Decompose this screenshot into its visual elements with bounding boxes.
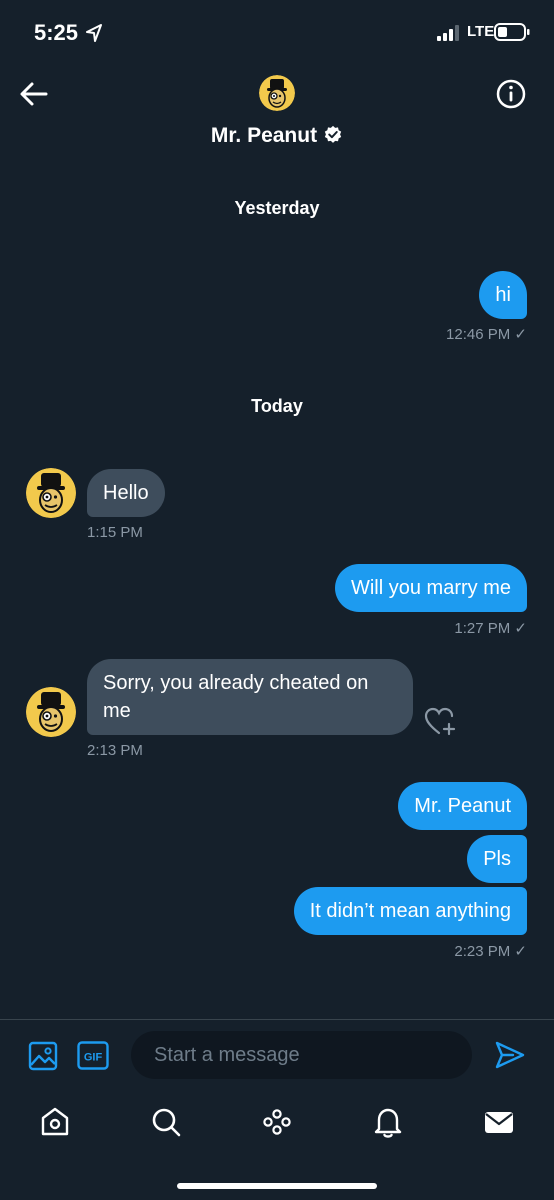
back-arrow-icon[interactable] <box>18 78 50 110</box>
read-check-icon: ✓ <box>514 620 527 637</box>
search-icon[interactable] <box>149 1105 183 1139</box>
home-indicator[interactable] <box>177 1183 377 1189</box>
signal-icon <box>437 25 459 41</box>
day-separator-yesterday: Yesterday <box>234 198 320 218</box>
day-separator-today: Today <box>251 396 303 416</box>
message-timestamp: 2:23 PM ✓ <box>454 943 527 960</box>
info-icon[interactable] <box>495 78 527 110</box>
message-bubble-incoming[interactable]: Hello <box>87 469 165 517</box>
message-bubble-outgoing[interactable]: It didn’t mean anything <box>293 887 527 935</box>
message-bubble-outgoing[interactable]: Pls <box>467 835 527 883</box>
gif-label: GIF <box>84 1052 103 1064</box>
message-bubble-outgoing[interactable]: hi <box>479 271 527 319</box>
message-composer: GIF <box>0 1019 554 1089</box>
contact-avatar[interactable] <box>26 468 76 518</box>
home-icon[interactable] <box>38 1105 72 1139</box>
heart-plus-icon[interactable] <box>424 706 456 736</box>
message-timestamp: 12:46 PM ✓ <box>446 326 527 343</box>
gif-icon[interactable]: GIF <box>77 1041 109 1070</box>
message-bubble-outgoing[interactable]: Mr. Peanut <box>398 782 527 830</box>
verified-badge-icon <box>324 125 342 143</box>
message-bubble-incoming[interactable]: Sorry, you already cheated on me <box>87 659 413 735</box>
spaces-icon[interactable] <box>260 1105 294 1139</box>
message-input[interactable] <box>131 1031 472 1079</box>
network-label: LTE <box>467 23 495 40</box>
header-avatar[interactable] <box>259 75 295 111</box>
contact-name-label: Mr. Peanut <box>210 124 318 147</box>
image-icon[interactable] <box>28 1041 58 1071</box>
send-icon[interactable] <box>494 1040 526 1070</box>
status-time: 5:25 <box>34 20 79 45</box>
read-check-icon: ✓ <box>514 326 527 343</box>
message-timestamp: 1:15 PM <box>87 524 143 541</box>
message-timestamp: 2:13 PM <box>87 742 143 759</box>
message-timestamp: 1:27 PM ✓ <box>454 620 527 637</box>
location-arrow-icon <box>86 24 102 42</box>
bell-icon[interactable] <box>371 1105 405 1139</box>
contact-name[interactable]: Mr. Peanut <box>0 124 554 148</box>
contact-avatar[interactable] <box>26 687 76 737</box>
mail-icon[interactable] <box>482 1105 516 1139</box>
battery-icon <box>494 23 530 41</box>
status-bar: 5:25 LTE <box>0 0 554 64</box>
message-bubble-outgoing[interactable]: Will you marry me <box>334 564 527 612</box>
read-check-icon: ✓ <box>514 943 527 960</box>
